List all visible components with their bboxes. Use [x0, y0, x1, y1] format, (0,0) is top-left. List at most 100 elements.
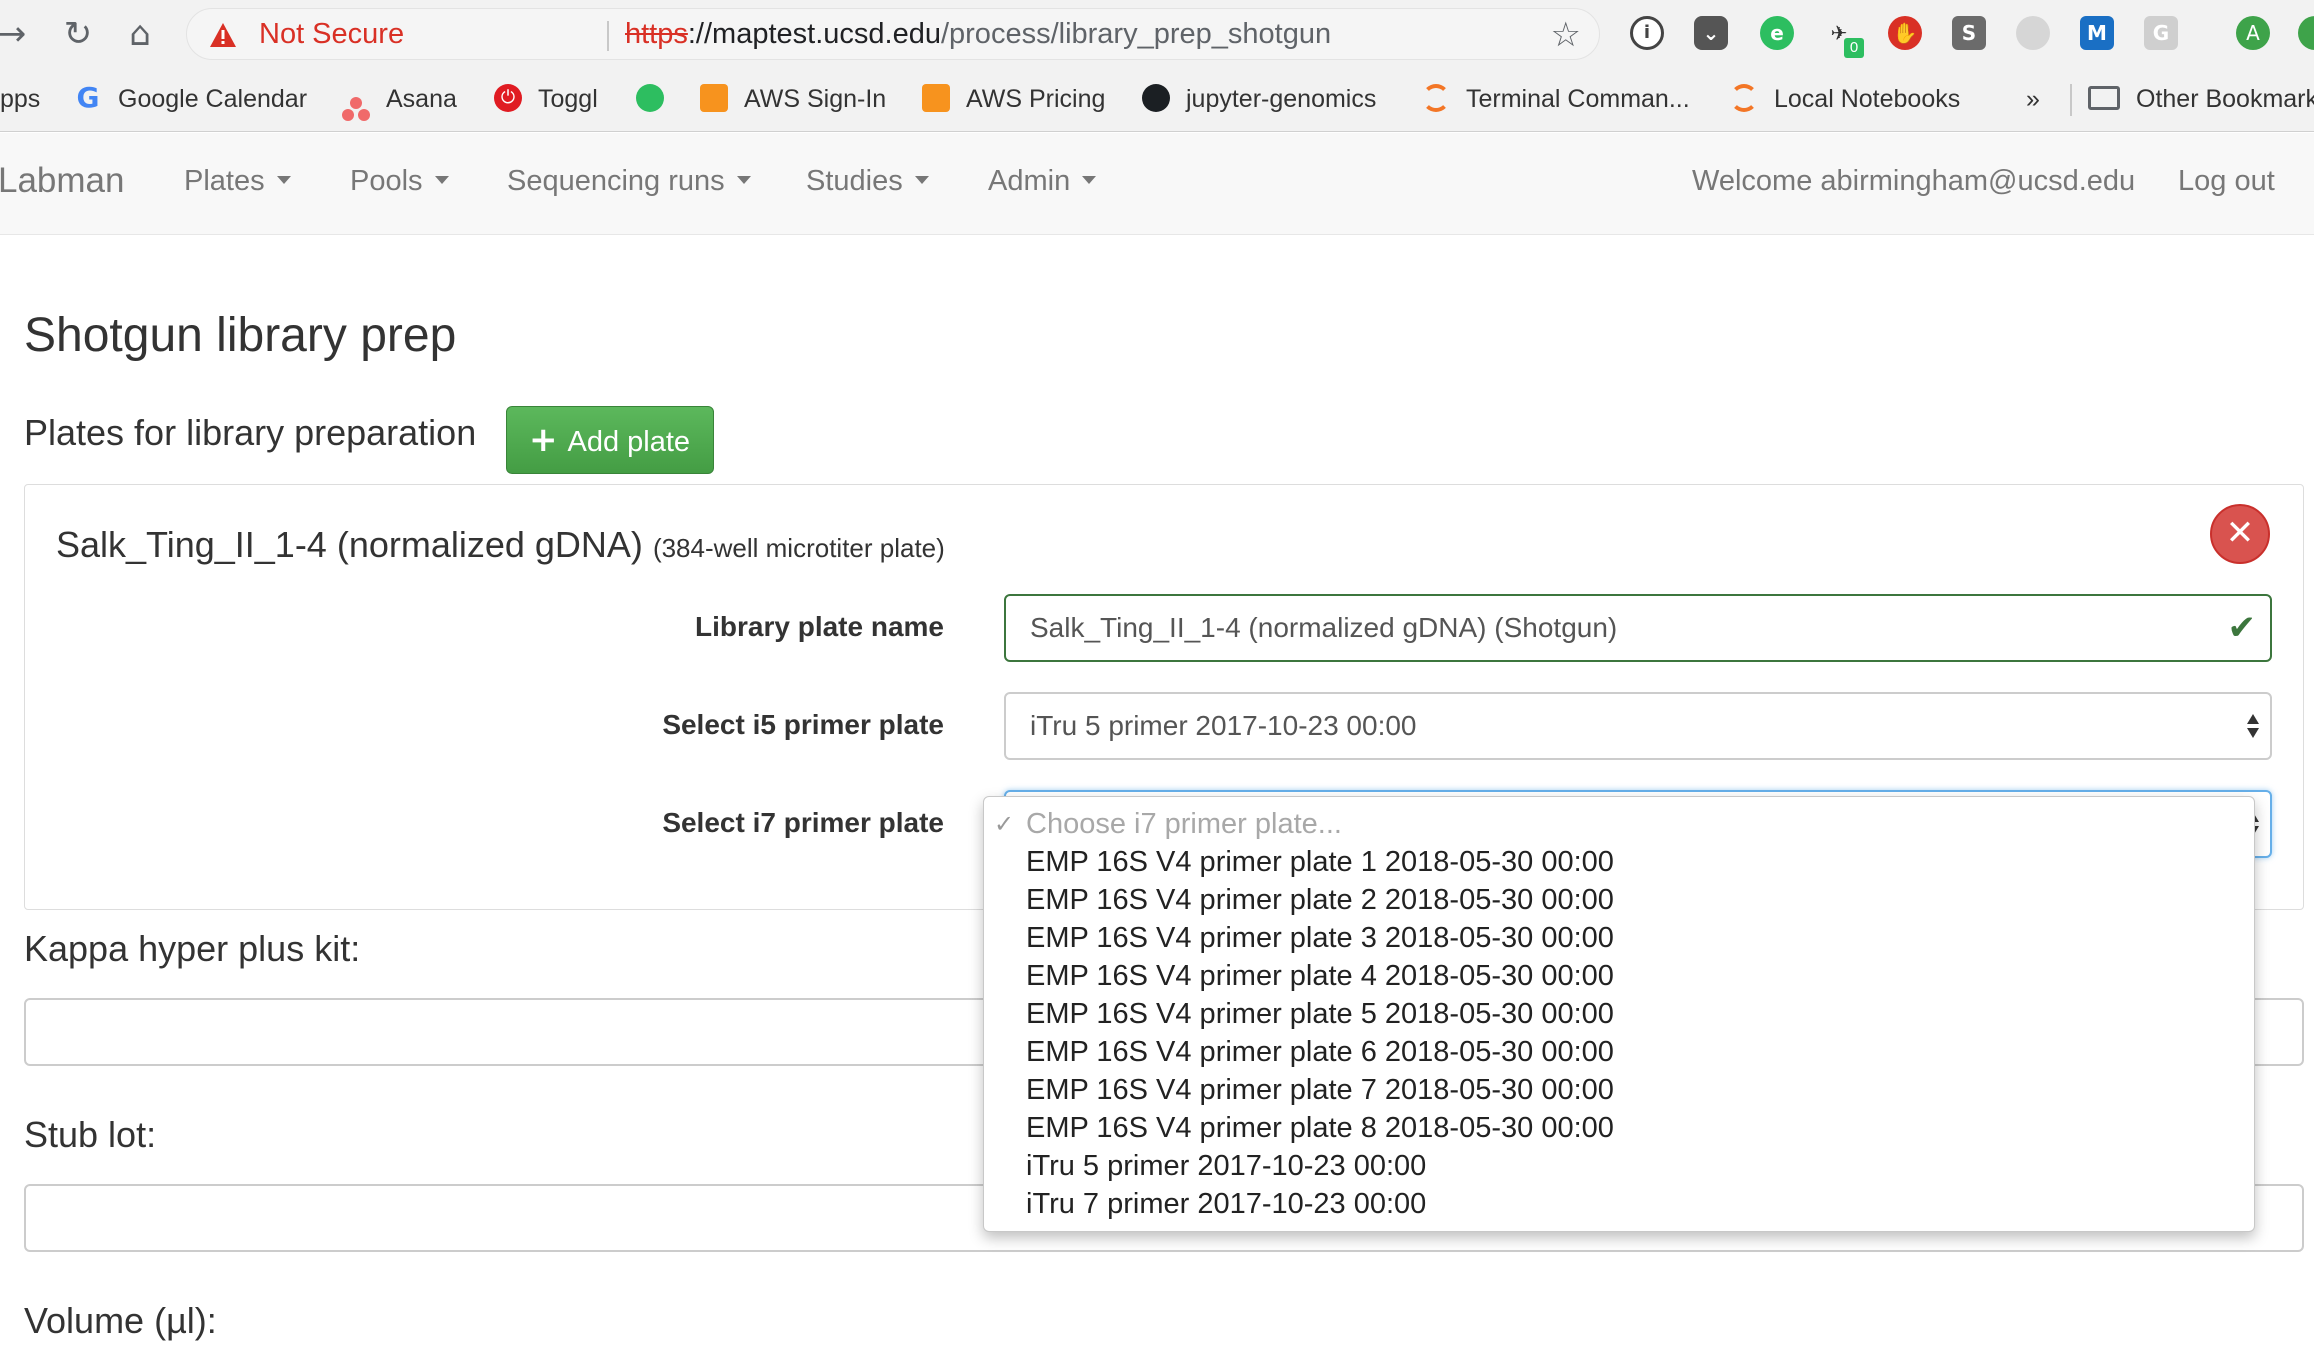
profile-edge-icon[interactable]: [2298, 16, 2314, 50]
library-plate-name-input[interactable]: Salk_Ting_II_1-4 (normalized gDNA) (Shot…: [1004, 594, 2272, 662]
forward-icon[interactable]: →: [0, 14, 30, 54]
dropdown-option[interactable]: EMP 16S V4 primer plate 1 2018-05-30 00:…: [984, 843, 2254, 881]
i7-primer-label: Select i7 primer plate: [662, 807, 944, 838]
dropdown-option[interactable]: EMP 16S V4 primer plate 6 2018-05-30 00:…: [984, 1033, 2254, 1071]
url-scheme: https: [625, 18, 688, 50]
dropdown-option[interactable]: iTru 7 primer 2017-10-23 00:00: [984, 1185, 2254, 1223]
bookmark-jupyter-genomics[interactable]: jupyter-genomics: [1142, 68, 1376, 132]
select-arrows-icon: [2247, 714, 2259, 738]
bookmark-evernote[interactable]: [636, 68, 680, 132]
nav-label: Plates: [184, 165, 265, 197]
bookmark-toggl[interactable]: ⏻ Toggl: [494, 68, 598, 132]
add-plate-label: Add plate: [567, 426, 691, 458]
bookmark-label: jupyter-genomics: [1186, 85, 1377, 113]
security-label[interactable]: Not Secure: [259, 18, 404, 51]
checkmark-icon: ✔: [2227, 608, 2257, 648]
close-icon: ✕: [2225, 513, 2255, 553]
logout-link[interactable]: Log out: [2178, 165, 2275, 198]
reload-icon[interactable]: ↻: [60, 14, 96, 54]
plate-heading: Salk_Ting_II_1-4 (normalized gDNA) (384-…: [56, 524, 945, 566]
dropdown-option[interactable]: EMP 16S V4 primer plate 2 2018-05-30 00:…: [984, 881, 2254, 919]
i5-primer-label: Select i5 primer plate: [662, 709, 944, 740]
caret-down-icon: [736, 176, 751, 185]
nav-label: Studies: [806, 165, 903, 197]
browser-toolbar: → ↻ ⌂ Not Secure https://maptest.ucsd.ed…: [0, 0, 2314, 68]
profile-avatar[interactable]: A: [2236, 16, 2270, 50]
github-icon: [1142, 84, 1170, 113]
url-host: maptest.ucsd.edu: [712, 18, 941, 50]
library-plate-name-value: Salk_Ting_II_1-4 (normalized gDNA) (Shot…: [1030, 612, 1618, 643]
adblock-icon[interactable]: ✋: [1888, 16, 1922, 50]
jupyter-icon: [1730, 84, 1758, 113]
nav-admin[interactable]: Admin: [988, 165, 1097, 198]
i5-primer-value: iTru 5 primer 2017-10-23 00:00: [1030, 710, 1417, 741]
app-navbar: Labman Plates Pools Sequencing runs Stud…: [0, 133, 2314, 235]
bookmarks-bar: pps G Google Calendar Asana ⏻ Toggl AWS Si…: [0, 68, 2314, 132]
jupyter-icon: [1422, 84, 1450, 113]
folder-icon: [2088, 86, 2120, 111]
1password-icon[interactable]: i: [1630, 16, 1664, 50]
kappa-label: Kappa hyper plus kit:: [24, 928, 361, 969]
dropdown-option[interactable]: EMP 16S V4 primer plate 7 2018-05-30 00:…: [984, 1071, 2254, 1109]
nav-sequencing-runs[interactable]: Sequencing runs: [507, 165, 751, 198]
g-extension-icon[interactable]: G: [2144, 16, 2178, 50]
home-icon[interactable]: ⌂: [122, 14, 158, 54]
aws-icon: [922, 84, 950, 113]
bookmark-local-notebooks[interactable]: Local Notebooks: [1730, 68, 1960, 132]
nav-label: Admin: [988, 165, 1071, 197]
bookmark-asana[interactable]: Asana: [342, 68, 457, 132]
option-label: Choose i7 primer plate...: [1026, 808, 1342, 840]
bookmark-label: AWS Pricing: [966, 85, 1106, 113]
i5-primer-select[interactable]: iTru 5 primer 2017-10-23 00:00: [1004, 692, 2272, 760]
nav-pools[interactable]: Pools: [350, 165, 449, 198]
plate-name: Salk_Ting_II_1-4 (normalized gDNA): [56, 524, 643, 565]
bookmark-google-calendar[interactable]: G Google Calendar: [74, 68, 308, 132]
address-bar[interactable]: Not Secure https://maptest.ucsd.edu/proc…: [186, 8, 1600, 60]
caret-down-icon: [1082, 176, 1097, 185]
pocket-icon[interactable]: ⌄: [1694, 16, 1728, 50]
welcome-text: Welcome abirmingham@ucsd.edu: [1692, 165, 2136, 197]
nav-plates[interactable]: Plates: [184, 165, 291, 198]
circle-extension-icon[interactable]: [2016, 16, 2050, 50]
bookmark-aws-pricing[interactable]: AWS Pricing: [922, 68, 1105, 132]
caret-down-icon: [914, 176, 929, 185]
nav-studies[interactable]: Studies: [806, 165, 929, 198]
page-title: Shotgun library prep: [24, 309, 457, 362]
bookmark-label: Terminal Comman...: [1466, 85, 1690, 113]
checkmark-icon: ✓: [994, 810, 1015, 838]
omnibox-divider: [607, 21, 609, 51]
library-plate-name-label: Library plate name: [695, 611, 944, 642]
bookmark-terminal-commands[interactable]: Terminal Comman...: [1422, 68, 1690, 132]
asana-icon: [342, 84, 370, 122]
dropdown-option[interactable]: EMP 16S V4 primer plate 3 2018-05-30 00:…: [984, 919, 2254, 957]
remove-plate-button[interactable]: ✕: [2210, 504, 2270, 564]
dropdown-option[interactable]: EMP 16S V4 primer plate 4 2018-05-30 00:…: [984, 957, 2254, 995]
bookmarks-overflow[interactable]: »: [2026, 68, 2040, 132]
evernote-extension-icon[interactable]: e: [1760, 16, 1794, 50]
plus-icon: +: [529, 420, 558, 460]
volume-label: Volume (µl):: [24, 1300, 217, 1341]
bookmark-aws-sign-in[interactable]: AWS Sign-In: [700, 68, 886, 132]
dropdown-option-placeholder[interactable]: ✓ Choose i7 primer plate...: [984, 805, 2254, 843]
caret-down-icon: [276, 176, 291, 185]
dropdown-option[interactable]: EMP 16S V4 primer plate 5 2018-05-30 00:…: [984, 995, 2254, 1033]
dropdown-option[interactable]: EMP 16S V4 primer plate 8 2018-05-30 00:…: [984, 1109, 2254, 1147]
i7-primer-dropdown: ✓ Choose i7 primer plate... EMP 16S V4 pr…: [983, 796, 2255, 1232]
bookmark-apps[interactable]: pps: [0, 68, 40, 132]
bookmark-star-icon[interactable]: ☆: [1551, 15, 1581, 55]
warning-icon: [210, 23, 236, 47]
bookmark-other[interactable]: Other Bookmark: [2088, 68, 2314, 132]
bookmark-label: Local Notebooks: [1774, 85, 1961, 113]
s-extension-icon[interactable]: S: [1952, 16, 1986, 50]
bookmark-label: Other Bookmark: [2136, 85, 2314, 113]
url-separator: ://: [687, 18, 713, 50]
google-icon: G: [76, 81, 100, 115]
plates-section-title: Plates for library preparation: [24, 412, 477, 453]
add-plate-button[interactable]: + Add plate: [506, 406, 714, 474]
extension-badge: 0: [1844, 38, 1864, 58]
m-extension-icon[interactable]: M: [2080, 16, 2114, 50]
brand-logo[interactable]: Labman: [0, 161, 124, 201]
bookmark-label: Google Calendar: [118, 85, 308, 113]
url-text[interactable]: https://maptest.ucsd.edu/process/library…: [625, 18, 1331, 51]
dropdown-option[interactable]: iTru 5 primer 2017-10-23 00:00: [984, 1147, 2254, 1185]
